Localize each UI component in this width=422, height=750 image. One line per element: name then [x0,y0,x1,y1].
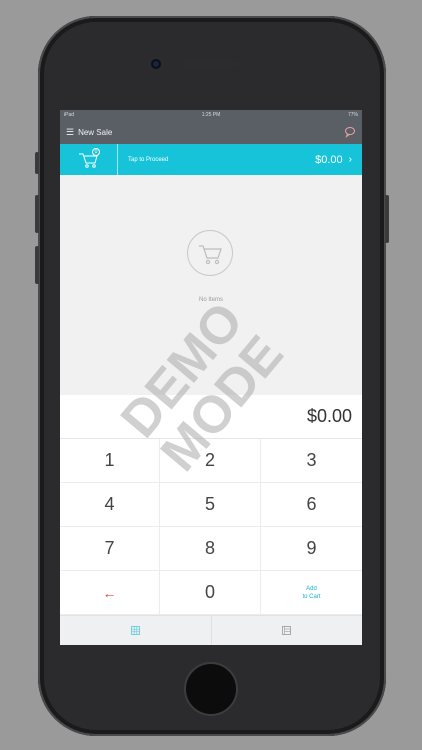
empty-cart-icon [199,245,222,265]
bottom-tab-bar [60,615,362,645]
status-bar: iPad 1:25 PM 77% [60,110,362,120]
key-6[interactable]: 6 [261,483,362,527]
keypad-grid-icon [130,626,140,635]
key-7[interactable]: 7 [60,527,160,571]
key-1[interactable]: 1 [60,439,160,483]
amount-display: $0.00 [60,395,362,439]
add-to-cart-button[interactable]: Add to Cart [261,571,362,615]
numeric-keypad: 1 2 3 4 5 6 7 8 9 ← 0 Add to Cart [60,439,362,615]
to-cart-label: to Cart [302,593,321,600]
home-button[interactable] [184,662,238,716]
app-screen: iPad 1:25 PM 77% ☰ New Sale 0 Tap to Pro… [60,110,362,645]
empty-items-label: No Items [198,297,223,303]
items-list: No Items [60,175,362,395]
tab-library[interactable] [210,616,363,645]
mute-switch [35,152,39,174]
backspace-key[interactable]: ← [60,571,160,615]
volume-down-button [35,246,39,284]
cart-count-badge: 0 [92,148,100,156]
carrier-label: iPad [64,112,75,118]
tab-keypad[interactable] [60,616,211,645]
key-2[interactable]: 2 [160,439,261,483]
chevron-right-icon: › [348,154,352,165]
key-3[interactable]: 3 [261,439,362,483]
key-9[interactable]: 9 [261,527,362,571]
proceed-label: Tap to Proceed [128,156,169,163]
cart-button[interactable]: 0 [60,144,118,175]
page-title: New Sale [78,127,113,137]
empty-cart-circle [187,230,233,276]
volume-up-button [35,195,39,233]
status-time: 1:25 PM [201,112,221,118]
battery-label: 77% [347,112,358,118]
key-8[interactable]: 8 [160,527,261,571]
cart-total: $0.00 [315,153,343,166]
key-5[interactable]: 5 [160,483,261,527]
earpiece-speaker [183,61,239,67]
nav-bar: ☰ New Sale [60,120,362,144]
key-0[interactable]: 0 [160,571,261,615]
add-label: Add [306,585,317,592]
item-list-icon [282,626,292,635]
hamburger-menu-icon[interactable]: ☰ [66,127,74,138]
chat-bubble-icon[interactable] [344,126,356,138]
key-4[interactable]: 4 [60,483,160,527]
cart-bar[interactable]: 0 Tap to Proceed $0.00 › [60,144,362,175]
front-camera [151,59,161,69]
power-button [385,195,389,243]
